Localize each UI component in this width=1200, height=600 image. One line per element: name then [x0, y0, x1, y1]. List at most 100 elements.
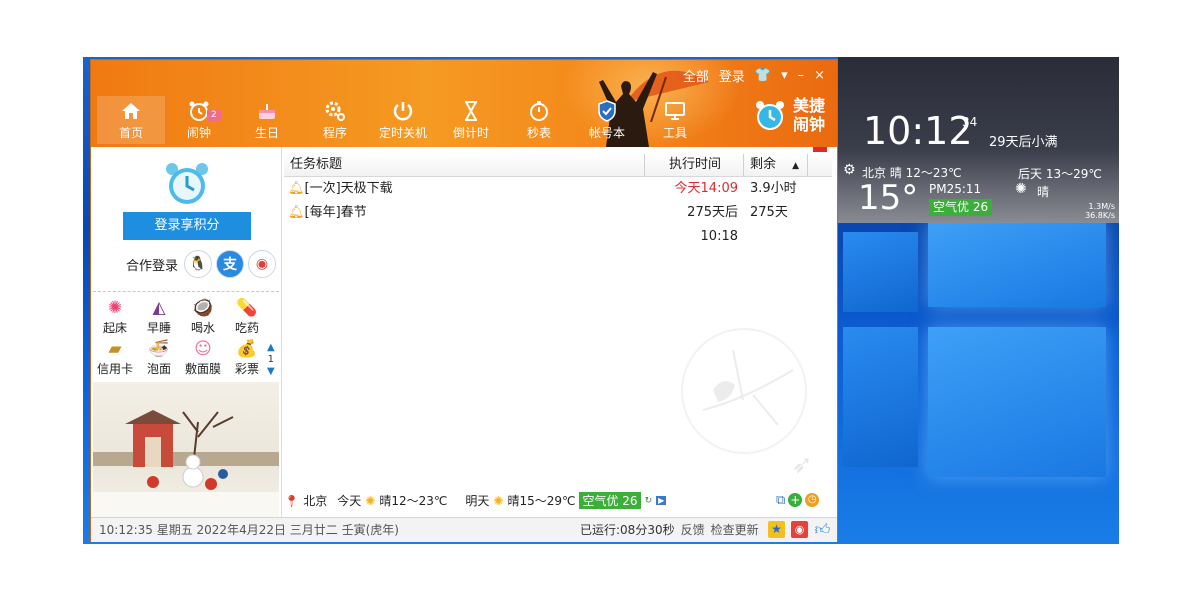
alarm-clock-icon [165, 99, 233, 123]
upload-speed: 1.3M/s [1088, 202, 1116, 211]
column-exec-time[interactable]: 执行时间 [645, 154, 744, 176]
login-link[interactable]: 登录 [719, 66, 745, 85]
sort-ascending-icon: ▲ [792, 161, 800, 171]
quick-label: 早睡 [146, 321, 171, 335]
location-pin-icon: 📍︎ [284, 493, 300, 508]
quick-item-wake[interactable]: ✺ 起床 [93, 297, 137, 336]
credit-card-icon: ▰ [108, 339, 122, 359]
copy-icon[interactable]: ⧉ [776, 493, 785, 508]
all-link[interactable]: 全部 [683, 66, 709, 85]
nav-item-home[interactable]: 首页 [97, 96, 165, 144]
widget-solar-term: 29天后小满 [989, 135, 1058, 150]
power-icon [369, 99, 437, 123]
task-title: [每年]春节 [304, 205, 367, 220]
minimize-icon[interactable]: – [798, 68, 805, 83]
qzone-icon[interactable]: ★ [768, 521, 785, 538]
close-icon[interactable]: × [814, 68, 825, 83]
sun-icon: ✺ [365, 493, 376, 508]
check-update-link[interactable]: 检查更新 [711, 518, 759, 542]
widget-air-quality: 空气优 26 [929, 199, 993, 216]
top-bar: 全部 登录 👕 ▾ – × [683, 66, 825, 85]
refresh-icon[interactable]: ↻ [645, 496, 653, 506]
history-clock-icon[interactable]: ◷ [805, 493, 820, 507]
menu-icon[interactable]: ▾ [781, 68, 788, 83]
weather-strip: 📍︎ 北京 今天 ✺ 晴12～23℃ 明天 ✺ 晴15～29℃ 空气优 26 ↻… [284, 492, 667, 509]
stopwatch-icon [505, 99, 573, 123]
hourglass-icon [437, 99, 505, 123]
quick-label: 彩票 [234, 362, 259, 376]
nav-item-countdown[interactable]: 倒计时 [437, 96, 505, 144]
quick-item-credit-card[interactable]: ▰ 信用卡 [93, 338, 137, 377]
runtime-text: 已运行:08分30秒 [580, 523, 675, 537]
weather-widget[interactable]: 10:12 34 29天后小满 ⚙ 北京 晴 12～23℃ 后天 13～29℃ … [838, 57, 1119, 223]
widget-after-tomorrow: 后天 13～29℃ [1018, 167, 1102, 181]
birthday-cake-icon [233, 99, 301, 123]
nav-item-tools[interactable]: 工具 [641, 96, 709, 144]
app-header: 全部 登录 👕 ▾ – × 首页 2 闹钟 生日 程序 定时关机 倒计时 秒表 … [91, 60, 837, 147]
page-up-icon[interactable]: ▲ [267, 342, 275, 354]
left-panel: 登录享积分 合作登录 🐧 支 ◉ ✺ 起床 ◭ 早睡 🥥 喝水 💊 吃药 ▰ 信用卡 🍜 泡… [91, 147, 282, 517]
bell-icon: 🔔︎ [288, 205, 305, 220]
nav-item-birthday[interactable]: 生日 [233, 96, 301, 144]
quick-item-face-mask[interactable]: ☺ 敷面膜 [181, 338, 225, 377]
nav-item-shutdown[interactable]: 定时关机 [369, 96, 437, 144]
page-down-icon[interactable]: ▼ [267, 366, 275, 378]
page-number: 1 [267, 354, 275, 365]
monitor-icon [641, 99, 709, 123]
desktop-window-pane [843, 327, 918, 467]
quick-item-lottery[interactable]: 💰 彩票 [225, 338, 269, 377]
login-points-button[interactable]: 登录享积分 [123, 212, 251, 240]
add-icon[interactable]: + [788, 493, 803, 507]
thumbs-up-icon[interactable]: 👍︎ [814, 521, 831, 538]
noodles-icon: 🍜 [148, 339, 170, 359]
nav-item-alarm[interactable]: 2 闹钟 [165, 96, 233, 144]
quick-label: 起床 [102, 321, 127, 335]
nav-label: 定时关机 [378, 126, 427, 140]
quick-item-water[interactable]: 🥥 喝水 [181, 297, 225, 336]
nav-item-accounts[interactable]: 帐号本 [573, 96, 641, 144]
winter-scene-illustration [93, 382, 279, 517]
feedback-link[interactable]: 反馈 [681, 518, 705, 542]
weibo-login-icon[interactable]: ◉ [248, 250, 277, 278]
drink-icon: 🥥 [192, 298, 214, 318]
brand-name: 美捷 闹钟 [793, 96, 825, 134]
widget-net-speed: 1.3M/s 36.8K/s [1085, 202, 1115, 220]
widget-time: 10:12 [863, 109, 973, 153]
task-exec-time: 275天后10:18 [687, 205, 738, 244]
sun-icon: ✺ [107, 298, 123, 318]
weather-city[interactable]: 北京 [303, 492, 327, 509]
main-nav: 首页 2 闹钟 生日 程序 定时关机 倒计时 秒表 帐号本 工具 [97, 96, 709, 144]
action-icons: ⧉ + ◷ [776, 493, 820, 508]
nav-item-stopwatch[interactable]: 秒表 [505, 96, 573, 144]
partner-login-label: 合作登录 [126, 258, 179, 274]
table-row[interactable]: 🔔︎[每年]春节 275天后10:18 275天 [284, 201, 832, 244]
widget-pm25: PM25:11 [929, 182, 982, 196]
divider [93, 291, 279, 292]
money-bag-icon: 💰 [236, 339, 258, 359]
gear-icon[interactable]: ⚙ [843, 162, 856, 178]
tomorrow-label: 明天 [465, 494, 490, 508]
nav-item-program[interactable]: 程序 [301, 96, 369, 144]
header-red-marker [813, 147, 827, 152]
status-datetime: 10:12:35 星期五 2022年4月22日 三月廿二 壬寅(虎年) [99, 523, 399, 537]
alipay-login-icon[interactable]: 支 [216, 250, 245, 278]
next-arrow-icon[interactable]: ▶ [656, 496, 667, 505]
weibo-icon[interactable]: ◉ [791, 521, 808, 538]
air-quality-badge: 空气优 26 [579, 492, 641, 509]
column-remaining[interactable]: 剩余 ▲ [744, 154, 808, 176]
task-exec-time: 今天14:09 [674, 181, 738, 196]
quick-item-sleep[interactable]: ◭ 早睡 [137, 297, 181, 336]
widget-seconds: 34 [962, 115, 978, 129]
nav-label: 工具 [662, 126, 687, 140]
status-icons: ★ ◉ 👍︎ [768, 521, 831, 538]
skin-icon[interactable]: 👕 [755, 68, 771, 83]
partner-login: 合作登录 🐧 支 ◉ [126, 250, 277, 278]
quick-item-medicine[interactable]: 💊 吃药 [225, 297, 269, 336]
table-row[interactable]: 🔔︎[一次]天极下载 今天14:09 3.9小时 [284, 177, 832, 201]
quick-pager: ▲ 1 ▼ [267, 342, 275, 378]
moon-icon: ◭ [152, 298, 166, 318]
quick-item-noodles[interactable]: 🍜 泡面 [137, 338, 181, 377]
qq-login-icon[interactable]: 🐧 [184, 250, 213, 278]
column-title[interactable]: 任务标题 [284, 154, 645, 176]
download-speed: 36.8K/s [1085, 211, 1115, 220]
